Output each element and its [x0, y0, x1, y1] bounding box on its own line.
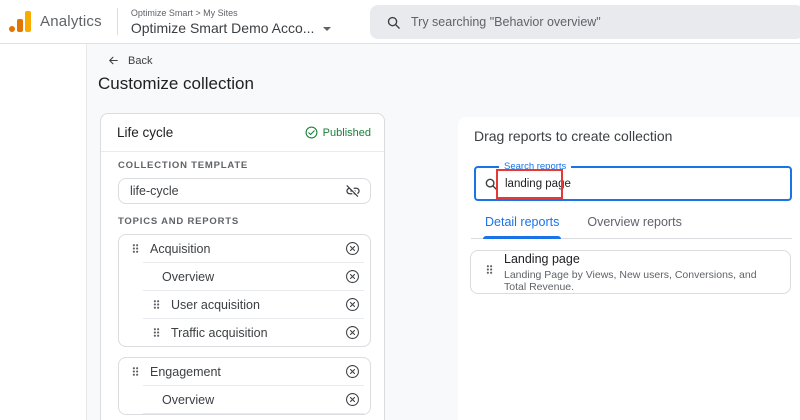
account-switcher[interactable]: Optimize Smart Demo Acco...	[131, 20, 332, 36]
remove-circle-icon	[346, 298, 359, 311]
collection-card-header: Life cycle Published	[101, 114, 384, 152]
analytics-app: Analytics Optimize Smart > My Sites Opti…	[0, 0, 800, 420]
link-off-icon[interactable]	[345, 183, 361, 199]
topic-row-acquisition[interactable]: Acquisition	[119, 235, 370, 262]
report-row-overview[interactable]: Overview	[119, 386, 370, 413]
report-search-field[interactable]: Search reports	[474, 161, 792, 201]
app-header: Analytics Optimize Smart > My Sites Opti…	[0, 0, 800, 44]
remove-circle-icon	[346, 242, 359, 255]
account-title: Optimize Smart Demo Acco...	[130, 19, 315, 36]
global-search-input[interactable]	[411, 15, 800, 29]
report-row-user-acquisition[interactable]: User acquisition	[119, 291, 370, 318]
search-field-label: Search reports	[499, 161, 572, 172]
template-field[interactable]	[118, 178, 371, 204]
remove-circle-icon	[346, 270, 359, 283]
row-label: Engagement	[150, 364, 221, 379]
drag-handle-icon[interactable]	[129, 242, 142, 255]
row-label: Traffic acquisition	[171, 325, 268, 340]
analytics-logo-icon[interactable]	[9, 11, 31, 32]
remove-button[interactable]	[345, 297, 360, 312]
collapsed-left-nav	[0, 44, 87, 420]
search-icon	[485, 178, 497, 190]
topic-row-engagement[interactable]: Engagement	[119, 358, 370, 385]
logo-bar-tall	[25, 11, 31, 32]
collection-card-life-cycle: Life cycle Published COLLECTION TEMPLATE…	[100, 113, 385, 420]
drag-handle-icon[interactable]	[150, 326, 163, 339]
row-divider	[143, 413, 364, 414]
logo-dot	[9, 26, 15, 32]
page-title: Customize collection	[98, 74, 254, 93]
report-tabs: Detail reports Overview reports	[471, 215, 792, 239]
topic-group-acquisition: Acquisition Overview User acquisition Tr…	[118, 234, 371, 347]
remove-button[interactable]	[345, 325, 360, 340]
report-row-traffic-acquisition[interactable]: Traffic acquisition	[119, 319, 370, 346]
topics-and-reports-label: TOPICS AND REPORTS	[118, 216, 240, 227]
collection-template-label: COLLECTION TEMPLATE	[118, 160, 249, 171]
panel-title: Drag reports to create collection	[474, 128, 673, 144]
published-check-icon	[305, 126, 318, 139]
report-title: Landing page	[504, 251, 580, 266]
report-card-landing-page[interactable]: Landing page Landing Page by Views, New …	[470, 250, 791, 294]
remove-button[interactable]	[345, 241, 360, 256]
search-icon	[387, 16, 400, 29]
remove-button[interactable]	[345, 364, 360, 379]
drag-handle-icon[interactable]	[150, 298, 163, 311]
back-button[interactable]: Back	[107, 54, 152, 67]
drag-handle-icon[interactable]	[483, 263, 496, 281]
remove-circle-icon	[346, 326, 359, 339]
row-label: User acquisition	[171, 297, 260, 312]
template-input[interactable]	[130, 184, 345, 198]
header-divider	[116, 8, 118, 35]
remove-button[interactable]	[345, 392, 360, 407]
status-badge: Published	[305, 126, 371, 139]
report-description: Landing Page by Views, New users, Conver…	[504, 268, 757, 293]
brand-name: Analytics	[40, 13, 102, 30]
breadcrumb: Optimize Smart > My Sites	[130, 7, 238, 18]
status-label: Published	[322, 126, 371, 139]
collection-title: Life cycle	[117, 125, 174, 140]
row-label: Overview	[162, 392, 215, 407]
tab-detail-reports[interactable]: Detail reports	[483, 215, 562, 239]
back-label: Back	[128, 54, 153, 67]
row-label: Acquisition	[150, 241, 211, 256]
main-area: Back Customize collection Life cycle Pub…	[0, 44, 800, 420]
collection-card-body: COLLECTION TEMPLATE TOPICS AND REPORTS A…	[101, 152, 384, 415]
drag-handle-icon[interactable]	[129, 365, 142, 378]
topic-group-engagement: Engagement Overview	[118, 357, 371, 415]
remove-circle-icon	[346, 393, 359, 406]
remove-button[interactable]	[345, 269, 360, 284]
global-search-bar[interactable]	[370, 5, 800, 39]
report-row-overview[interactable]: Overview	[119, 263, 370, 290]
report-search-input[interactable]	[505, 177, 782, 190]
logo-bar-mid	[17, 19, 23, 32]
remove-circle-icon	[346, 365, 359, 378]
chevron-down-icon	[323, 26, 332, 31]
report-library-panel: Drag reports to create collection Search…	[458, 117, 800, 420]
tab-overview-reports[interactable]: Overview reports	[585, 215, 683, 238]
row-label: Overview	[162, 269, 215, 284]
back-arrow-icon	[109, 56, 118, 65]
account-block: Optimize Smart > My Sites Optimize Smart…	[131, 8, 332, 36]
